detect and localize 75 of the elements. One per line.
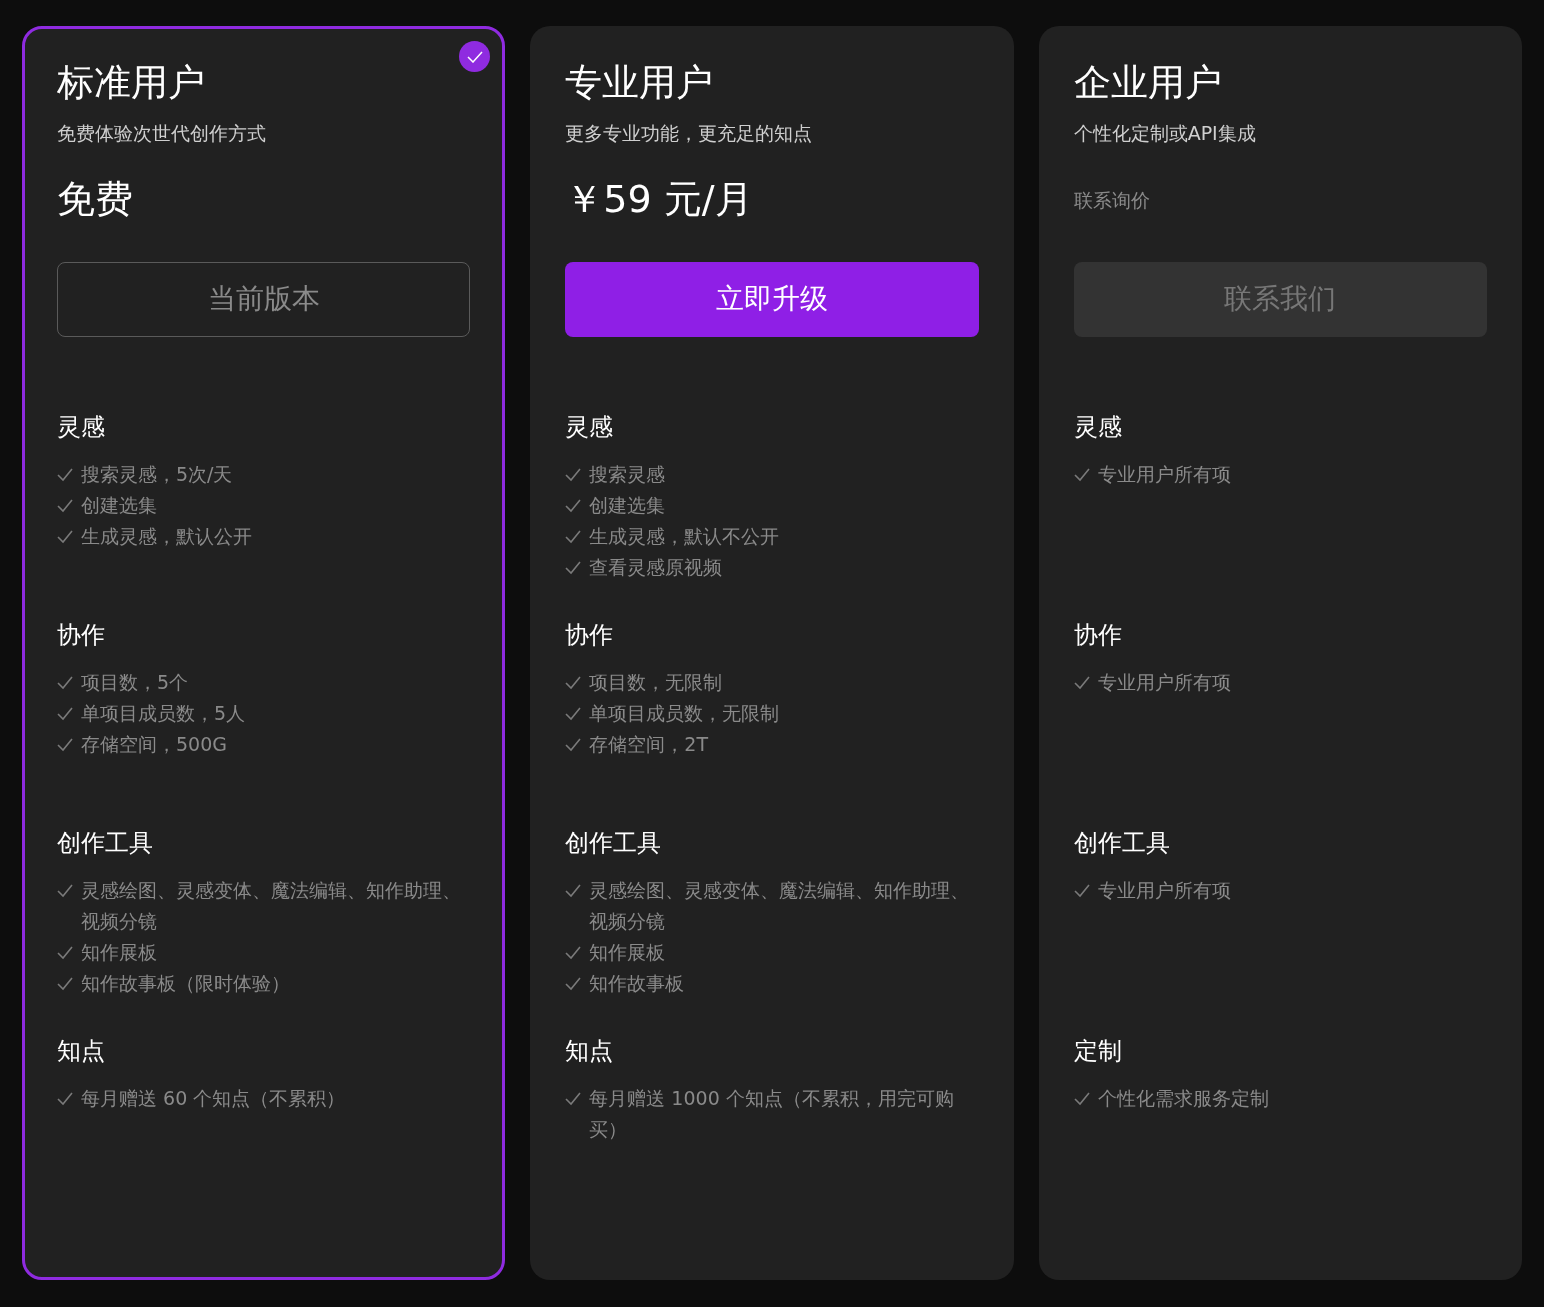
feature-text: 知作展板	[81, 939, 157, 965]
feature-text: 专业用户所有项	[1097, 461, 1231, 487]
check-icon	[565, 1091, 582, 1106]
check-icon	[57, 976, 73, 991]
check-icon	[57, 706, 73, 721]
feature-text: 存储空间，2T	[589, 731, 709, 757]
section-heading: 灵感	[57, 411, 106, 443]
check-icon	[57, 467, 73, 482]
section-heading: 创作工具	[565, 827, 663, 859]
section-heading: 创作工具	[57, 827, 154, 859]
check-icon	[57, 675, 73, 690]
feature-text: 查看灵感原视频	[589, 554, 723, 580]
check-icon	[57, 737, 73, 752]
feature-text: 单项目成员数，无限制	[589, 700, 780, 726]
plan-subtitle: 个性化定制或API集成	[1073, 121, 1257, 147]
feature-text: 知作故事板	[589, 970, 685, 996]
section-heading: 协作	[565, 619, 615, 651]
selected-check-icon	[459, 41, 491, 72]
check-icon	[57, 883, 73, 898]
check-icon	[57, 1091, 73, 1106]
price-note: 联系询价	[1073, 187, 1151, 213]
section-heading: 协作	[57, 619, 106, 651]
check-icon	[1073, 1091, 1090, 1106]
feature-text: 项目数，5个	[81, 669, 189, 695]
check-icon	[565, 675, 582, 690]
check-icon	[565, 976, 582, 991]
plan-title: 企业用户	[1073, 61, 1223, 106]
check-icon	[1073, 467, 1090, 482]
section-heading: 协作	[1073, 619, 1123, 651]
section-heading: 知点	[57, 1035, 106, 1067]
check-icon	[57, 498, 73, 513]
plan-button[interactable]: 立即升级	[565, 261, 979, 337]
check-icon	[57, 529, 73, 544]
plan-price: ￥59 元/月	[565, 176, 754, 224]
feature-text: 灵感绘图、灵感变体、魔法编辑、知作助理、视频分镜	[589, 877, 971, 934]
check-icon	[565, 706, 582, 721]
feature-text: 创建选集	[81, 492, 157, 518]
check-icon	[565, 467, 582, 482]
plan-price: 免费	[57, 176, 134, 224]
plan-title: 专业用户	[565, 61, 715, 106]
check-icon	[565, 883, 582, 898]
feature-text: 知作展板	[589, 939, 666, 965]
feature-text: 生成灵感，默认公开	[81, 523, 252, 549]
feature-text: 个性化需求服务定制	[1097, 1085, 1269, 1111]
feature-text: 专业用户所有项	[1097, 669, 1231, 695]
feature-text: 生成灵感，默认不公开	[589, 523, 780, 549]
check-icon	[565, 560, 582, 575]
section-heading: 定制	[1073, 1035, 1123, 1067]
feature-text: 每月赠送 60 个知点（不累积）	[81, 1085, 346, 1111]
check-icon	[1073, 883, 1090, 898]
feature-text: 每月赠送 1000 个知点（不累积，用完可购买）	[589, 1085, 955, 1142]
section-heading: 知点	[565, 1035, 615, 1067]
check-icon	[57, 945, 73, 960]
feature-text: 项目数，无限制	[589, 669, 723, 695]
plan-button[interactable]: 当前版本	[57, 261, 471, 337]
plan-button[interactable]: 联系我们	[1073, 261, 1487, 337]
plan-title: 标准用户	[57, 61, 206, 106]
check-icon	[565, 737, 582, 752]
feature-text: 存储空间，500G	[81, 731, 227, 757]
feature-text: 专业用户所有项	[1097, 877, 1231, 903]
check-icon	[1073, 675, 1090, 690]
section-heading: 创作工具	[1073, 827, 1171, 859]
feature-text: 搜索灵感，5次/天	[81, 461, 233, 487]
check-icon	[565, 945, 582, 960]
plan-subtitle: 更多专业功能，更充足的知点	[565, 121, 814, 147]
feature-text: 单项目成员数，5人	[81, 700, 246, 726]
feature-text: 知作故事板（限时体验）	[81, 970, 290, 996]
feature-text: 搜索灵感	[589, 461, 666, 487]
plan-subtitle: 免费体验次世代创作方式	[57, 121, 267, 147]
check-icon	[565, 529, 582, 544]
feature-text: 灵感绘图、灵感变体、魔法编辑、知作助理、视频分镜	[81, 877, 462, 934]
section-heading: 灵感	[565, 411, 615, 443]
feature-text: 创建选集	[589, 492, 666, 518]
section-heading: 灵感	[1073, 411, 1123, 443]
check-icon	[565, 498, 582, 513]
